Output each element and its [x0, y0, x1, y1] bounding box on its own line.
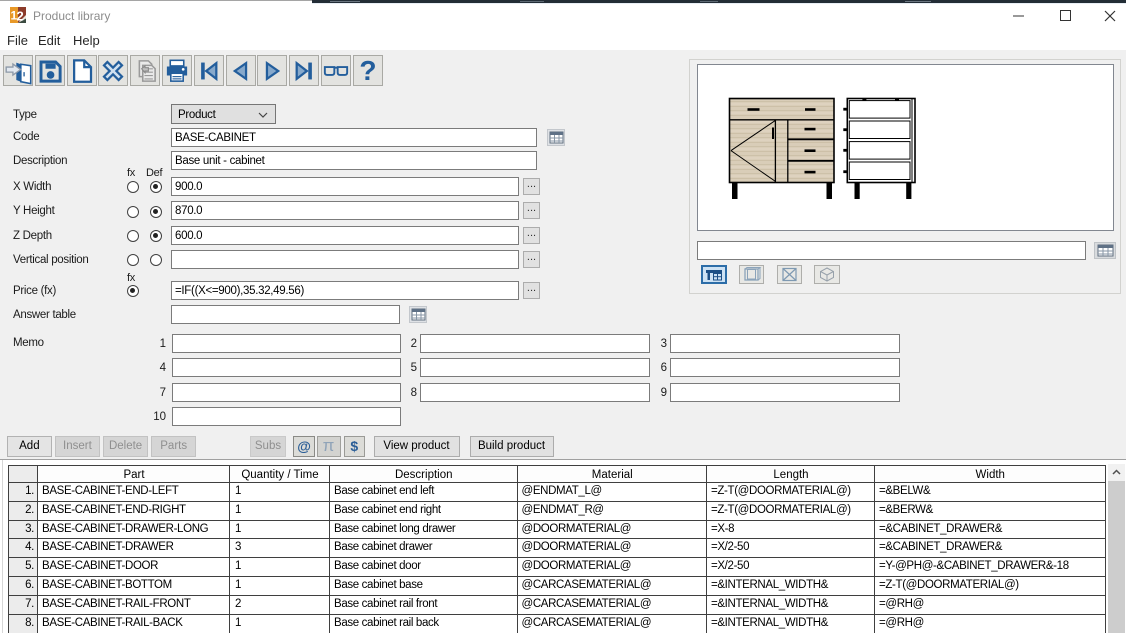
svg-text:?: ? — [359, 57, 376, 84]
svg-text:2: 2 — [17, 9, 24, 24]
